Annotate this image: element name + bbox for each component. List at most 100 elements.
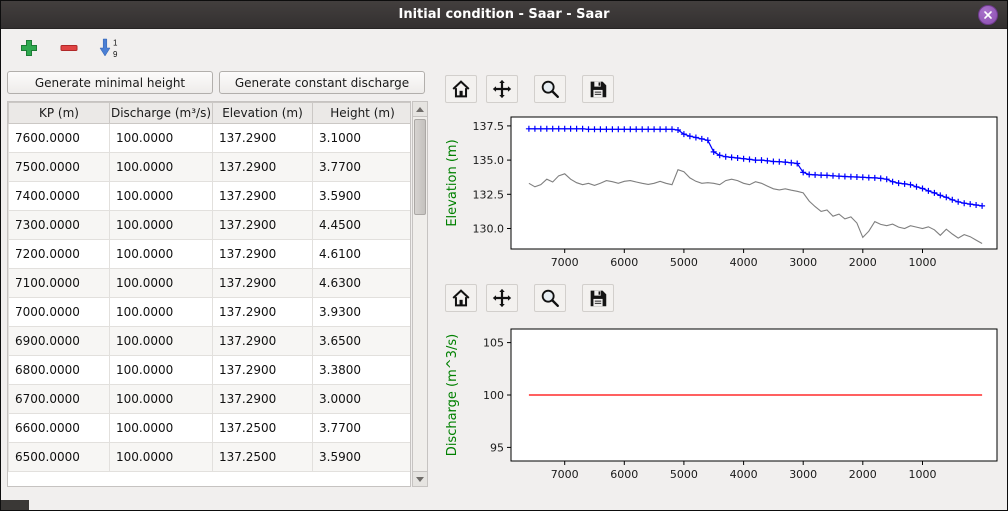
column-header[interactable]: KP (m) xyxy=(9,103,110,124)
table-cell[interactable]: 4.6300 xyxy=(313,269,412,298)
table-cell[interactable]: 7200.0000 xyxy=(9,240,110,269)
column-header[interactable]: Elevation (m) xyxy=(213,103,313,124)
table-cell[interactable]: 137.2900 xyxy=(213,327,313,356)
svg-text:6000: 6000 xyxy=(610,256,638,269)
table-cell[interactable]: 7600.0000 xyxy=(9,124,110,153)
svg-text:132.5: 132.5 xyxy=(473,188,505,201)
table-cell[interactable]: 137.2900 xyxy=(213,385,313,414)
plot2-home-button[interactable] xyxy=(445,284,477,312)
svg-text:Elevation (m): Elevation (m) xyxy=(445,139,460,226)
elevation-chart[interactable]: 7000600050004000300020001000130.0132.513… xyxy=(439,107,1005,279)
plot2-save-button[interactable] xyxy=(582,284,614,312)
table-cell[interactable]: 7500.0000 xyxy=(9,153,110,182)
table-row: 7600.0000100.0000137.29003.1000 xyxy=(9,124,412,153)
svg-text:7000: 7000 xyxy=(551,468,579,481)
table-cell[interactable]: 137.2900 xyxy=(213,153,313,182)
scrollbar-thumb[interactable] xyxy=(414,119,426,215)
svg-text:100: 100 xyxy=(483,389,504,402)
svg-text:4000: 4000 xyxy=(730,468,758,481)
column-header[interactable]: Discharge (m³/s) xyxy=(110,103,213,124)
table-cell[interactable]: 7000.0000 xyxy=(9,298,110,327)
table-row: 7100.0000100.0000137.29004.6300 xyxy=(9,269,412,298)
table-cell[interactable]: 137.2900 xyxy=(213,356,313,385)
table-cell[interactable]: 6900.0000 xyxy=(9,327,110,356)
svg-text:95: 95 xyxy=(490,441,504,454)
table-cell[interactable]: 6600.0000 xyxy=(9,414,110,443)
svg-text:105: 105 xyxy=(483,337,504,350)
scroll-down-button[interactable] xyxy=(413,471,427,486)
table-cell[interactable]: 100.0000 xyxy=(110,153,213,182)
table-cell[interactable]: 3.9300 xyxy=(313,298,412,327)
table-cell[interactable]: 100.0000 xyxy=(110,327,213,356)
table-cell[interactable]: 6700.0000 xyxy=(9,385,110,414)
svg-text:6000: 6000 xyxy=(610,468,638,481)
discharge-plot-toolbar xyxy=(445,284,614,312)
svg-text:135.0: 135.0 xyxy=(473,154,505,167)
table-cell[interactable]: 100.0000 xyxy=(110,298,213,327)
plot1-pan-button[interactable] xyxy=(486,75,518,103)
scroll-up-button[interactable] xyxy=(413,102,427,117)
table-cell[interactable]: 137.2500 xyxy=(213,443,313,472)
table-cell[interactable]: 137.2900 xyxy=(213,124,313,153)
table-cell[interactable]: 100.0000 xyxy=(110,385,213,414)
zoom-icon xyxy=(539,78,561,100)
column-header[interactable]: Height (m) xyxy=(313,103,412,124)
save-icon xyxy=(587,287,609,309)
table-cell[interactable]: 7100.0000 xyxy=(9,269,110,298)
table-scrollbar[interactable] xyxy=(412,101,428,487)
plot1-home-button[interactable] xyxy=(445,75,477,103)
table-row: 7200.0000100.0000137.29004.6100 xyxy=(9,240,412,269)
svg-text:Discharge (m^3/s): Discharge (m^3/s) xyxy=(445,334,460,456)
table-cell[interactable]: 100.0000 xyxy=(110,182,213,211)
add-icon xyxy=(18,37,40,59)
table-cell[interactable]: 100.0000 xyxy=(110,211,213,240)
generate-minimal-height-button[interactable]: Generate minimal height xyxy=(7,71,213,94)
table-cell[interactable]: 3.5900 xyxy=(313,182,412,211)
table-cell[interactable]: 3.1000 xyxy=(313,124,412,153)
table-cell[interactable]: 100.0000 xyxy=(110,124,213,153)
table-cell[interactable]: 137.2500 xyxy=(213,414,313,443)
table-cell[interactable]: 7300.0000 xyxy=(9,211,110,240)
table-cell[interactable]: 3.0000 xyxy=(313,385,412,414)
table-row: 6800.0000100.0000137.29003.3800 xyxy=(9,356,412,385)
table-cell[interactable]: 137.2900 xyxy=(213,269,313,298)
table-body: 7600.0000100.0000137.29003.10007500.0000… xyxy=(9,124,412,472)
table-row: 7400.0000100.0000137.29003.5900 xyxy=(9,182,412,211)
table-cell[interactable]: 137.2900 xyxy=(213,298,313,327)
table-cell[interactable]: 137.2900 xyxy=(213,211,313,240)
plot2-zoom-button[interactable] xyxy=(534,284,566,312)
title-bar[interactable]: Initial condition - Saar - Saar xyxy=(1,1,1007,29)
table-cell[interactable]: 7400.0000 xyxy=(9,182,110,211)
table-cell[interactable]: 3.7700 xyxy=(313,414,412,443)
close-button[interactable] xyxy=(978,5,998,25)
table-cell[interactable]: 100.0000 xyxy=(110,356,213,385)
table-cell[interactable]: 137.2900 xyxy=(213,182,313,211)
svg-text:4000: 4000 xyxy=(730,256,758,269)
table-cell[interactable]: 3.7700 xyxy=(313,153,412,182)
discharge-chart[interactable]: 700060005000400030002000100095100105Disc… xyxy=(439,319,1005,491)
svg-text:3000: 3000 xyxy=(789,256,817,269)
table-cell[interactable]: 100.0000 xyxy=(110,443,213,472)
table-cell[interactable]: 100.0000 xyxy=(110,414,213,443)
table-cell[interactable]: 3.3800 xyxy=(313,356,412,385)
add-row-button[interactable] xyxy=(15,34,43,62)
table-cell[interactable]: 3.5900 xyxy=(313,443,412,472)
table-cell[interactable]: 6500.0000 xyxy=(9,443,110,472)
generate-constant-discharge-button[interactable]: Generate constant discharge xyxy=(219,71,425,94)
svg-text:3000: 3000 xyxy=(789,468,817,481)
initial-condition-table: KP (m)Discharge (m³/s)Elevation (m)Heigh… xyxy=(7,101,411,487)
remove-row-button[interactable] xyxy=(55,34,83,62)
table-cell[interactable]: 100.0000 xyxy=(110,269,213,298)
plot2-pan-button[interactable] xyxy=(486,284,518,312)
table-cell[interactable]: 6800.0000 xyxy=(9,356,110,385)
save-icon xyxy=(587,78,609,100)
plot1-save-button[interactable] xyxy=(582,75,614,103)
svg-text:2000: 2000 xyxy=(849,256,877,269)
plot1-zoom-button[interactable] xyxy=(534,75,566,103)
table-cell[interactable]: 4.4500 xyxy=(313,211,412,240)
table-cell[interactable]: 100.0000 xyxy=(110,240,213,269)
table-cell[interactable]: 3.6500 xyxy=(313,327,412,356)
table-cell[interactable]: 4.6100 xyxy=(313,240,412,269)
sort-rows-button[interactable]: 1 9 xyxy=(95,34,123,62)
table-cell[interactable]: 137.2900 xyxy=(213,240,313,269)
